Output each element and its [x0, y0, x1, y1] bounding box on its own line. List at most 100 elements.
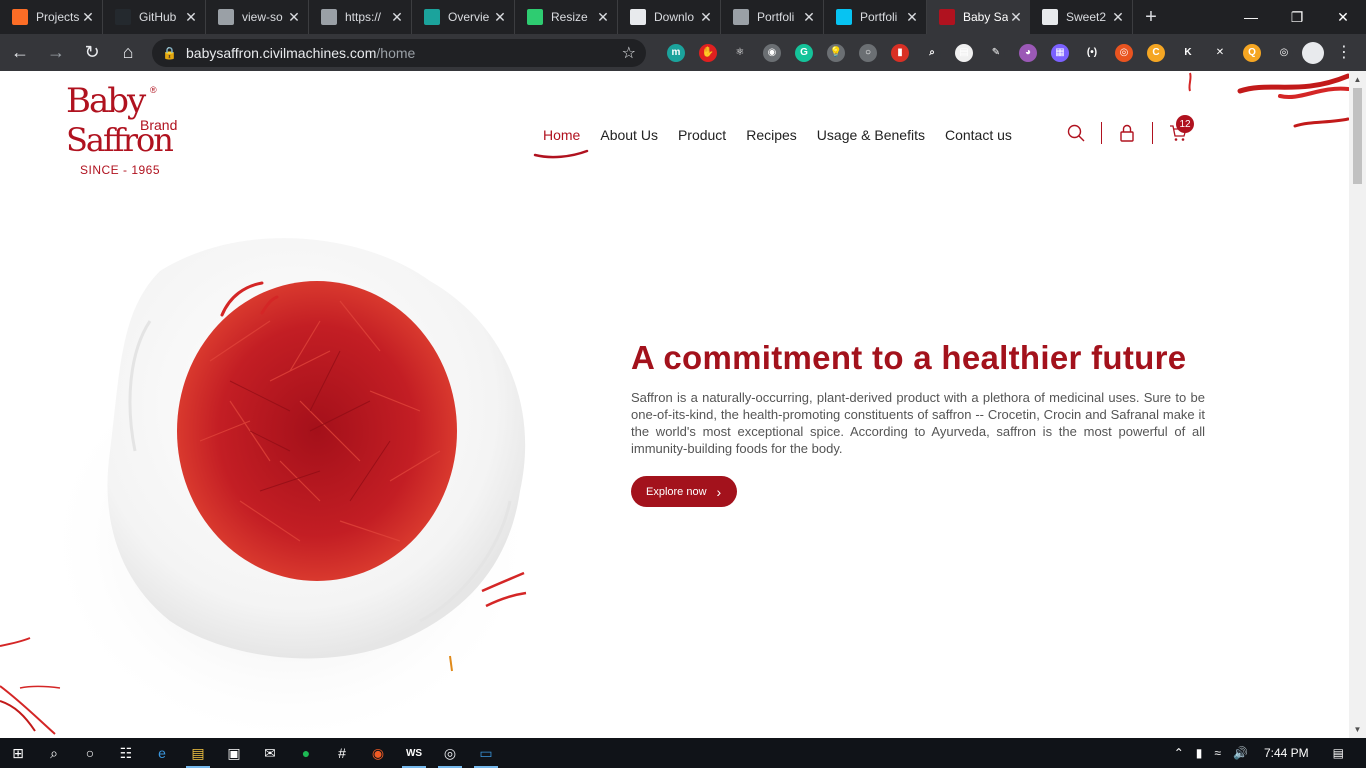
browser-tab[interactable]: Overvie ✕ — [412, 0, 515, 34]
lock-icon[interactable] — [1113, 121, 1141, 145]
m-extension-icon[interactable]: m — [667, 43, 685, 62]
remote-desktop-icon[interactable]: ▭ — [468, 738, 504, 768]
browser-tab[interactable]: Sweet2 ✕ — [1030, 0, 1133, 34]
wifi-icon[interactable]: ≈ — [1214, 746, 1221, 760]
browser-tab[interactable]: GitHub ✕ — [103, 0, 206, 34]
address-bar[interactable]: 🔒 babysaffron.civilmachines.com/home ☆ — [152, 38, 646, 67]
browser-tab[interactable]: Portfoli ✕ — [721, 0, 824, 34]
notifications-icon[interactable]: ▤ — [1333, 746, 1344, 760]
tab-title: view-so — [242, 10, 283, 24]
restore-button[interactable]: ❐ — [1274, 0, 1320, 34]
page-scrollbar[interactable]: ▲ ▼ — [1349, 71, 1366, 738]
tab-title: Sweet2 — [1066, 10, 1107, 24]
camera-icon[interactable]: ◉ — [763, 43, 781, 62]
edge-icon[interactable]: e — [144, 738, 180, 768]
hero-description: Saffron is a naturally-occurring, plant-… — [631, 390, 1205, 456]
browser-tab[interactable]: Baby Sa ✕ — [927, 0, 1030, 34]
target-icon[interactable]: ◎ — [1275, 43, 1293, 62]
close-tab-icon[interactable]: ✕ — [492, 9, 508, 26]
browser-tab[interactable]: Portfoli ✕ — [824, 0, 927, 34]
clock[interactable]: 7:44 PM — [1264, 746, 1309, 760]
scroll-down-arrow[interactable]: ▼ — [1349, 721, 1366, 738]
close-tab-icon[interactable]: ✕ — [1008, 9, 1024, 26]
magnifier-icon[interactable]: ⌕ — [923, 43, 941, 62]
k-extension-icon[interactable]: K — [1179, 43, 1197, 62]
browser-tab[interactable]: https:// ✕ — [309, 0, 412, 34]
store-icon[interactable]: ▣ — [216, 738, 252, 768]
bookmark-star-icon[interactable]: ☆ — [622, 43, 636, 63]
browser-menu-icon[interactable]: ⋮ — [1336, 42, 1352, 62]
q-extension-icon[interactable]: Q — [1243, 43, 1261, 62]
home-button[interactable]: ⌂ — [112, 37, 144, 69]
close-window-button[interactable]: ✕ — [1320, 0, 1366, 34]
volume-icon[interactable]: 🔊 — [1233, 746, 1248, 760]
x-extension-icon[interactable]: ✕ — [1211, 43, 1229, 62]
task-view-icon[interactable]: ☷ — [108, 738, 144, 768]
ubuntu-icon[interactable]: ◎ — [1115, 43, 1133, 62]
chevron-right-icon: › — [716, 483, 722, 500]
postman-icon[interactable]: ◉ — [360, 738, 396, 768]
nav-item-recipes[interactable]: Recipes — [736, 127, 807, 143]
close-tab-icon[interactable]: ✕ — [183, 9, 199, 26]
minimize-button[interactable]: — — [1228, 0, 1274, 34]
mail-icon[interactable]: ✉ — [252, 738, 288, 768]
browser-tab[interactable]: view-so ✕ — [206, 0, 309, 34]
new-tab-button[interactable]: + — [1137, 0, 1165, 34]
reload-button[interactable]: ↻ — [76, 37, 108, 69]
close-tab-icon[interactable]: ✕ — [904, 9, 920, 26]
color-wheel-icon[interactable]: ◕ — [1019, 43, 1037, 62]
nav-item-usage-benefits[interactable]: Usage & Benefits — [807, 127, 935, 143]
nav-item-about-us[interactable]: About Us — [590, 127, 668, 143]
window-resizer-icon[interactable]: ▦ — [1051, 43, 1069, 62]
battery-icon[interactable]: ▮ — [1196, 746, 1203, 760]
nav-item-home[interactable]: Home — [533, 127, 590, 159]
search-icon[interactable] — [1062, 121, 1090, 145]
grammarly-icon[interactable]: G — [795, 43, 813, 62]
close-tab-icon[interactable]: ✕ — [595, 9, 611, 26]
lightbulb-icon[interactable]: 💡 — [827, 43, 845, 62]
search-icon[interactable]: ⌕ — [36, 738, 72, 768]
nav-item-contact-us[interactable]: Contact us — [935, 127, 1022, 143]
browser-toolbar: ← → ↻ ⌂ 🔒 babysaffron.civilmachines.com/… — [0, 34, 1366, 71]
notes-icon[interactable]: ▤ — [955, 43, 973, 62]
slack-icon[interactable]: # — [324, 738, 360, 768]
bulb-icon[interactable]: ○ — [859, 43, 877, 62]
eyedropper-icon[interactable]: ✎ — [987, 43, 1005, 62]
bookmark-icon[interactable]: ▮ — [891, 43, 909, 62]
back-button[interactable]: ← — [4, 37, 36, 69]
github-icon — [115, 9, 131, 25]
window-controls: — ❐ ✕ — [1228, 0, 1366, 34]
tab-title: Portfoli — [757, 10, 795, 24]
code-icon[interactable]: (•) — [1083, 43, 1101, 62]
react-devtools-icon[interactable]: ⚛ — [731, 43, 749, 62]
globe-icon — [733, 9, 749, 25]
close-tab-icon[interactable]: ✕ — [286, 9, 302, 26]
browser-tab[interactable]: Downlo ✕ — [618, 0, 721, 34]
close-tab-icon[interactable]: ✕ — [1110, 9, 1126, 26]
cortana-icon[interactable]: ○ — [72, 738, 108, 768]
baby-saffron-logo[interactable]: Baby ® Brand Saffron SINCE - 1965 — [66, 81, 196, 181]
close-tab-icon[interactable]: ✕ — [801, 9, 817, 26]
chevron-up-icon[interactable]: ⌃ — [1174, 746, 1184, 760]
spotify-icon[interactable]: ● — [288, 738, 324, 768]
scroll-up-arrow[interactable]: ▲ — [1349, 71, 1366, 88]
profile-avatar[interactable] — [1302, 42, 1324, 64]
close-tab-icon[interactable]: ✕ — [80, 9, 96, 26]
browser-tab[interactable]: Projects ✕ — [0, 0, 103, 34]
c-extension-icon[interactable]: C — [1147, 43, 1165, 62]
webstorm-icon[interactable]: WS — [396, 738, 432, 768]
nav-item-product[interactable]: Product — [668, 127, 736, 143]
explore-now-button[interactable]: Explore now › — [631, 476, 737, 507]
forward-button[interactable]: → — [40, 37, 72, 69]
chrome-icon[interactable]: ◎ — [432, 738, 468, 768]
windows-start-icon[interactable]: ⊞ — [0, 738, 36, 768]
explore-now-label: Explore now — [646, 485, 707, 498]
file-explorer-icon[interactable]: ▤ — [180, 738, 216, 768]
close-tab-icon[interactable]: ✕ — [698, 9, 714, 26]
adblock-icon[interactable]: ✋ — [699, 43, 717, 62]
tab-title: Portfoli — [860, 10, 898, 24]
browser-tab[interactable]: Resize ✕ — [515, 0, 618, 34]
header-icons: 12 — [1062, 115, 1194, 145]
scrollbar-thumb[interactable] — [1353, 88, 1362, 184]
close-tab-icon[interactable]: ✕ — [389, 9, 405, 26]
